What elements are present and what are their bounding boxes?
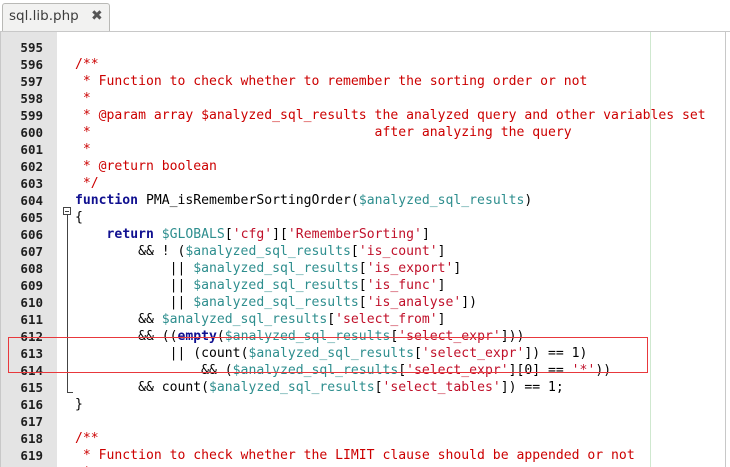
code-line: 612 && ((empty($analyzed_sql_results['se… [1, 328, 725, 345]
code-text: * after analyzing the query [75, 125, 572, 140]
code-text: && ($analyzed_sql_results['select_expr']… [75, 363, 612, 378]
line-number: 605 [20, 210, 43, 225]
code-text: return $GLOBALS['cfg']['RememberSorting'… [106, 227, 430, 242]
fold-toggle-icon[interactable] [63, 207, 71, 215]
fold-end-marker [67, 392, 73, 393]
code-line: 616} [1, 396, 725, 413]
line-number: 608 [20, 261, 43, 276]
code-line: 601 * [1, 141, 725, 158]
line-number: 604 [20, 193, 43, 208]
line-number: 597 [20, 74, 43, 89]
code-line: 596 /** [1, 56, 725, 73]
code-text: * [75, 91, 91, 106]
code-text: { [75, 210, 83, 225]
line-number: 601 [20, 142, 43, 157]
code-text: /** [75, 431, 99, 446]
code-line: 615 && count($analyzed_sql_results['sele… [1, 379, 725, 396]
code-line: 603 */ [1, 175, 725, 192]
line-number: 596 [20, 57, 43, 72]
code-line: 608 || $analyzed_sql_results['is_export'… [1, 260, 725, 277]
line-number: 602 [20, 159, 43, 174]
line-number: 611 [20, 312, 43, 327]
code-text: */ [75, 176, 99, 191]
line-number: 619 [20, 448, 43, 463]
code-line: 600 * after analyzing the query [1, 124, 725, 141]
line-number: 610 [20, 295, 43, 310]
code-line: 611 && $analyzed_sql_results['select_fro… [1, 311, 725, 328]
line-number: 595 [20, 40, 43, 55]
code-text: || (count($analyzed_sql_results['select_… [75, 346, 588, 361]
code-line: 614 && ($analyzed_sql_results['select_ex… [1, 362, 725, 379]
code-line: 598 * [1, 90, 725, 107]
code-line: 613 || (count($analyzed_sql_results['sel… [1, 345, 725, 362]
line-number: 612 [20, 329, 43, 344]
line-number: 606 [20, 227, 43, 242]
code-line: 602 * @return boolean [1, 158, 725, 175]
code-line: 607 && ! ($analyzed_sql_results['is_coun… [1, 243, 725, 260]
code-text: || $analyzed_sql_results['is_export'] [75, 261, 462, 276]
fold-guide [67, 215, 68, 392]
close-icon[interactable]: ✖ [91, 8, 103, 24]
code-line: 605 { [1, 209, 725, 226]
code-text: function PMA_isRememberSortingOrder($ana… [75, 193, 533, 208]
line-number: 617 [20, 414, 43, 429]
line-number: 609 [20, 278, 43, 293]
tab-bar: sql.lib.php ✖ [0, 0, 730, 32]
code-line: 599 * @param array $analyzed_sql_results… [1, 107, 725, 124]
line-number: 599 [20, 108, 43, 123]
code-line: 609 || $analyzed_sql_results['is_func'] [1, 277, 725, 294]
code-text: && ! ($analyzed_sql_results['is_count'] [75, 244, 446, 259]
code-line: 618 /** [1, 430, 725, 447]
line-number: 607 [20, 244, 43, 259]
code-text: * Function to check whether the LIMIT cl… [75, 448, 635, 463]
line-number: 618 [20, 431, 43, 446]
code-editor[interactable]: 595 596/** 597 * Function to check whether… [0, 32, 726, 467]
code-text: && ((empty($analyzed_sql_results['select… [75, 329, 525, 344]
code-line: 619 * Function to check whether the LIMI… [1, 447, 725, 464]
code-text: } [75, 397, 83, 412]
code-line: 597 * Function to check whether to remem… [1, 73, 725, 90]
tab-sql-lib-php[interactable]: sql.lib.php ✖ [2, 3, 110, 31]
code-line: 595 [1, 39, 725, 56]
code-text: * @param array $analyzed_sql_results the… [75, 108, 706, 123]
code-text: * Function to check whether to remember … [75, 74, 588, 89]
line-number: 603 [20, 176, 43, 191]
code-line: 606 return $GLOBALS['cfg']['RememberSort… [1, 226, 725, 243]
line-number: 614 [20, 363, 43, 378]
code-line: 610 || $analyzed_sql_results['is_analyse… [1, 294, 725, 311]
code-text: /** [75, 57, 99, 72]
code-text: || $analyzed_sql_results['is_analyse']) [75, 295, 478, 310]
line-number: 616 [20, 397, 43, 412]
line-number: 615 [20, 380, 43, 395]
code-text: || $analyzed_sql_results['is_func'] [75, 278, 446, 293]
tab-label: sql.lib.php [9, 8, 79, 24]
code-text: && count($analyzed_sql_results['select_t… [75, 380, 564, 395]
line-number: 600 [20, 125, 43, 140]
code-text: * @return boolean [75, 159, 217, 174]
line-number: 598 [20, 91, 43, 106]
code-text: * [75, 142, 91, 157]
line-number: 613 [20, 346, 43, 361]
code-text: && $analyzed_sql_results['select_from'] [75, 312, 446, 327]
code-line: 604 function PMA_isRememberSortingOrder($… [1, 192, 725, 209]
code-line: 617 [1, 413, 725, 430]
